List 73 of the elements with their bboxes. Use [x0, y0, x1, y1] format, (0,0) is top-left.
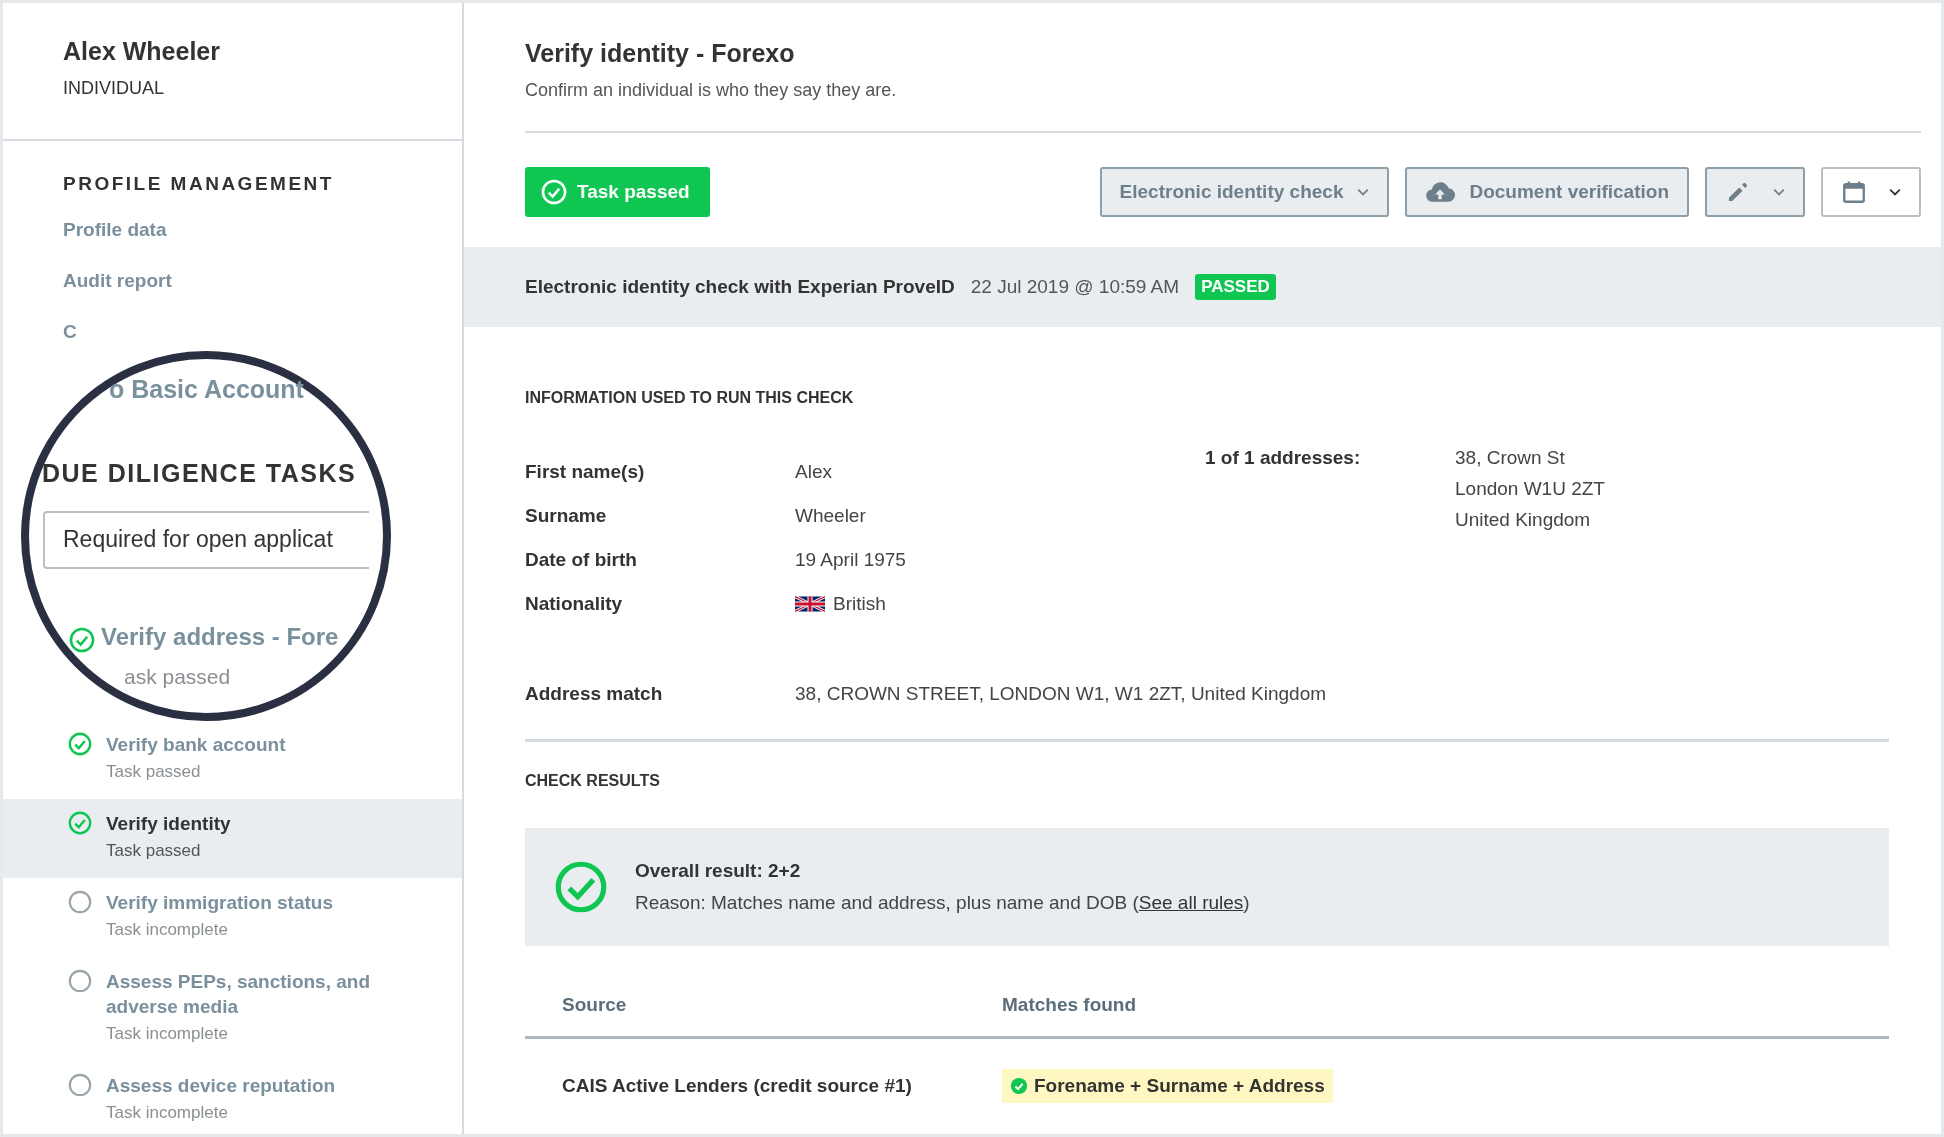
caret-icon: [1773, 188, 1785, 196]
task-title: Verify bank account: [106, 733, 286, 757]
check-title: Electronic identity check with Experian ProveID: [525, 276, 955, 298]
field-label: Date of birth: [525, 549, 638, 571]
check-timestamp: 22 Jul 2019 @ 10:59 AM: [970, 276, 1180, 298]
column-header: Source: [562, 994, 628, 1016]
task-item[interactable]: Verify identity Task passed: [3, 799, 462, 878]
task-item[interactable]: Verify bank account Task passed: [3, 720, 462, 799]
empty-circle-icon: [68, 890, 92, 914]
empty-circle-icon: [68, 969, 92, 993]
see-all-rules-link[interactable]: See all rules: [1138, 892, 1244, 913]
sidebar-link[interactable]: Profile data: [63, 219, 167, 241]
field-value: Wheeler: [795, 505, 866, 527]
check-circle-icon: [541, 179, 567, 205]
task-status: Task incomplete: [106, 1103, 228, 1123]
task-title: Assess device reputation: [106, 1074, 336, 1098]
task-status: Task passed: [106, 841, 201, 861]
profile-type: INDIVIDUAL: [63, 78, 166, 99]
check-circle-icon: [68, 811, 92, 835]
task-item[interactable]: Assess PEPs, sanctions, and adverse media Task incomplete: [3, 957, 462, 1061]
field-value: 19 April 1975: [795, 549, 906, 571]
section-title: DUE DILIGENCE TASKS: [42, 459, 357, 488]
field-label: Surname: [525, 505, 608, 527]
address-line: 38, Crown St: [1455, 447, 1566, 469]
sidebar-link[interactable]: C: [63, 321, 77, 343]
field-value: 38, CROWN STREET, LONDON W1, W1 2ZT, United Kingdom: [795, 683, 1327, 705]
passed-badge: PASSED: [1195, 274, 1276, 300]
task-status: Task incomplete: [106, 1024, 228, 1044]
field-value: Alex: [795, 461, 832, 483]
page-title: Verify identity - Forexo: [525, 39, 796, 68]
task-title: Verify identity: [106, 812, 231, 836]
section-heading: CHECK RESULTS: [525, 772, 661, 790]
profile-name: Alex Wheeler: [63, 37, 221, 66]
overall-result: Overall result: 2+2: [635, 860, 802, 882]
table-cell-text: CAIS Active Lenders (credit source #1): [562, 1075, 913, 1097]
caret-icon: [1889, 188, 1901, 196]
task-title: Assess PEPs, sanctions, and adverse media: [106, 970, 371, 1019]
field-label: First name(s): [525, 461, 646, 483]
check-circle-icon: [555, 861, 607, 913]
task-status: ask passed: [124, 665, 231, 689]
field-value: British: [833, 593, 886, 615]
field-label: Nationality: [525, 593, 624, 615]
filter-field[interactable]: Required for open applicat: [43, 511, 369, 569]
field-label: Address match: [525, 683, 664, 705]
match-tag: Forename + Surname + Address: [1002, 1069, 1333, 1103]
section-heading: INFORMATION USED TO RUN THIS CHECK: [525, 389, 855, 407]
task-item[interactable]: Assess device reputation Task incomplete: [3, 1061, 462, 1137]
field-label: 1 of 1 addresses:: [1205, 447, 1362, 470]
address-line: London W1U 2ZT: [1455, 478, 1605, 500]
task-status: Task passed: [106, 762, 201, 782]
calendar-dropdown-button[interactable]: [1821, 167, 1921, 217]
address-line: United Kingdom: [1455, 509, 1592, 531]
calendar-icon: [1841, 179, 1867, 205]
task-status: Task incomplete: [106, 920, 228, 940]
empty-circle-icon: [68, 1073, 92, 1097]
task-title: Verify address - Fore: [101, 623, 339, 651]
task-passed-button[interactable]: Task passed: [525, 167, 710, 217]
edit-dropdown-button[interactable]: [1705, 167, 1805, 217]
cloud-upload-icon: [1425, 181, 1456, 203]
column-header: Matches found: [1002, 994, 1137, 1016]
sidebar-link[interactable]: Audit report: [63, 270, 172, 292]
task-item[interactable]: Verify immigration status Task incomplete: [3, 878, 462, 957]
sidebar-link[interactable]: o Basic Account: [109, 375, 304, 404]
result-reason: Reason: Matches name and address, plus name and DOB (See all rules): [635, 892, 1250, 914]
flag-icon: [795, 595, 825, 613]
caret-icon: [1357, 188, 1370, 196]
page-subtitle: Confirm an individual is who they say they are.: [525, 80, 898, 101]
check-type-dropdown[interactable]: Electronic identity check: [1099, 167, 1390, 217]
task-title: Verify immigration status: [106, 891, 333, 915]
check-circle-icon: [68, 732, 92, 756]
upload-button[interactable]: Document verification: [1405, 167, 1689, 217]
section-title: PROFILE MANAGEMENT: [63, 173, 334, 195]
check-circle-icon: [1010, 1077, 1028, 1095]
